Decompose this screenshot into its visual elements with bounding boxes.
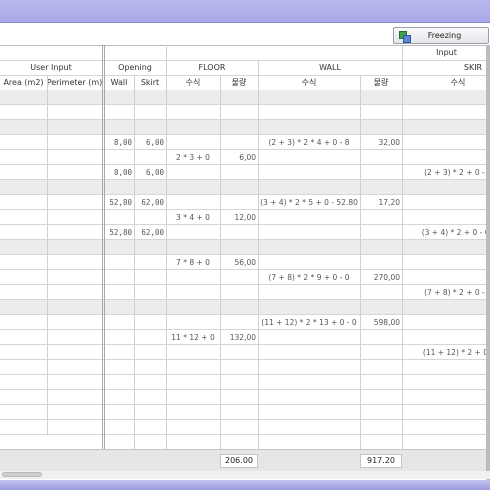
header-area: Area (m2) xyxy=(3,78,44,87)
cell-skirt[interactable]: 62,00 xyxy=(134,225,164,240)
table-row[interactable]: (11 + 12) * 2 + 0 - xyxy=(0,345,490,360)
cell-floor-qty[interactable]: 12,00 xyxy=(220,210,256,225)
scrollbar-thumb[interactable] xyxy=(2,472,42,477)
cell-floor-formula[interactable]: 3 * 4 + 0 xyxy=(166,210,220,225)
table-row[interactable]: (7 + 8) * 2 * 9 + 0 - 0 270,00 xyxy=(0,270,490,285)
table-row[interactable] xyxy=(0,420,490,435)
totals-row: 206.00 917.20 xyxy=(0,449,490,472)
cell-floor-qty[interactable]: 56,00 xyxy=(220,255,256,270)
header-wall-formula: 수식 xyxy=(301,78,317,87)
table-row[interactable] xyxy=(0,405,490,420)
header-floor: FLOOR xyxy=(198,63,226,72)
header-wall-qty: 물량 xyxy=(373,78,389,87)
cell-floor-qty[interactable]: 6,00 xyxy=(220,150,256,165)
header-opening: Opening xyxy=(118,63,152,72)
table-row[interactable] xyxy=(0,375,490,390)
group-separator-row[interactable] xyxy=(0,300,490,315)
table-row[interactable]: 2 * 3 + 0 6,00 xyxy=(0,150,490,165)
header-opening-skirt: Skirt xyxy=(140,78,160,87)
cell-floor-formula[interactable]: 11 * 12 + 0 xyxy=(166,330,220,345)
table-row[interactable]: 52,80 62,00 (3 + 4) * 2 + 0 - 62 xyxy=(0,225,490,240)
header-skirt: SKIR xyxy=(463,63,483,72)
cell-skirt[interactable]: 6,00 xyxy=(134,135,164,150)
horizontal-scrollbar[interactable] xyxy=(0,471,490,479)
table-row[interactable] xyxy=(0,360,490,375)
cell-wall-formula[interactable]: (7 + 8) * 2 * 9 + 0 - 0 xyxy=(258,270,360,285)
table-row[interactable]: (7 + 8) * 2 + 0 - 0 xyxy=(0,285,490,300)
vertical-scrollbar[interactable] xyxy=(486,45,490,480)
floor-qty-total: 206.00 xyxy=(220,454,258,468)
group-separator-row[interactable] xyxy=(0,120,490,135)
table-row[interactable]: (11 + 12) * 2 * 13 + 0 - 0 598,00 xyxy=(0,315,490,330)
header-input: Input xyxy=(436,48,457,57)
status-bar xyxy=(0,480,490,490)
cell-floor-qty[interactable]: 132,00 xyxy=(220,330,256,345)
freezing-button-label: Freezing xyxy=(427,31,462,40)
cell-skirt[interactable]: 6,00 xyxy=(134,165,164,180)
toolbar: Freezing xyxy=(0,23,490,45)
table-row[interactable]: 8,00 6,00 (2 + 3) * 2 + 0 - 6 xyxy=(0,165,490,180)
cell-wall-formula[interactable]: (11 + 12) * 2 * 13 + 0 - 0 xyxy=(258,315,360,330)
header-wall: WALL xyxy=(319,63,341,72)
cell-skirt-formula[interactable]: (11 + 12) * 2 + 0 - xyxy=(403,345,490,360)
group-separator-row[interactable] xyxy=(0,90,490,105)
table-row[interactable]: 11 * 12 + 0 132,00 xyxy=(0,330,490,345)
window-title-bar xyxy=(0,0,490,23)
freeze-panes-icon xyxy=(399,30,411,43)
cell-wall-qty[interactable]: 270,00 xyxy=(360,270,400,285)
table-row[interactable] xyxy=(0,390,490,405)
header-opening-wall: Wall xyxy=(110,78,128,87)
cell-floor-formula[interactable]: 7 * 8 + 0 xyxy=(166,255,220,270)
cell-wall[interactable]: 52,80 xyxy=(104,225,132,240)
table-row[interactable]: 8,00 6,00 (2 + 3) * 2 * 4 + 0 - 8 32,00 xyxy=(0,135,490,150)
header-user-input: User Input xyxy=(30,63,72,72)
cell-wall-qty[interactable]: 32,00 xyxy=(360,135,400,150)
cell-floor-formula[interactable]: 2 * 3 + 0 xyxy=(166,150,220,165)
table-row[interactable]: 3 * 4 + 0 12,00 xyxy=(0,210,490,225)
group-separator-row[interactable] xyxy=(0,180,490,195)
header-floor-qty: 물량 xyxy=(231,78,247,87)
cell-skirt-formula[interactable]: (2 + 3) * 2 + 0 - 6 xyxy=(403,165,490,180)
header-floor-formula: 수식 xyxy=(185,78,201,87)
cell-wall[interactable]: 8,00 xyxy=(104,135,132,150)
table-row[interactable] xyxy=(0,105,490,120)
table-row[interactable]: 52,80 62,00 (3 + 4) * 2 * 5 + 0 - 52.80 17,… xyxy=(0,195,490,210)
header-perimeter: Perimeter (m) xyxy=(47,78,102,87)
header-skirt-formula: 수식 xyxy=(450,78,466,87)
cell-skirt-formula[interactable]: (3 + 4) * 2 + 0 - 62 xyxy=(403,225,490,240)
wall-qty-total: 917.20 xyxy=(360,454,402,468)
table-row[interactable]: 7 * 8 + 0 56,00 xyxy=(0,255,490,270)
cell-wall-qty[interactable]: 17,20 xyxy=(360,195,400,210)
cell-wall-formula[interactable]: (3 + 4) * 2 * 5 + 0 - 52.80 xyxy=(258,195,360,210)
cell-skirt-formula[interactable]: (7 + 8) * 2 + 0 - 0 xyxy=(403,285,490,300)
cell-wall[interactable]: 52,80 xyxy=(104,195,132,210)
freezing-button[interactable]: Freezing xyxy=(393,27,489,44)
cell-wall[interactable]: 8,00 xyxy=(104,165,132,180)
group-separator-row[interactable] xyxy=(0,240,490,255)
cell-wall-qty[interactable]: 598,00 xyxy=(360,315,400,330)
cell-wall-formula[interactable]: (2 + 3) * 2 * 4 + 0 - 8 xyxy=(258,135,360,150)
cell-skirt[interactable]: 62,00 xyxy=(134,195,164,210)
